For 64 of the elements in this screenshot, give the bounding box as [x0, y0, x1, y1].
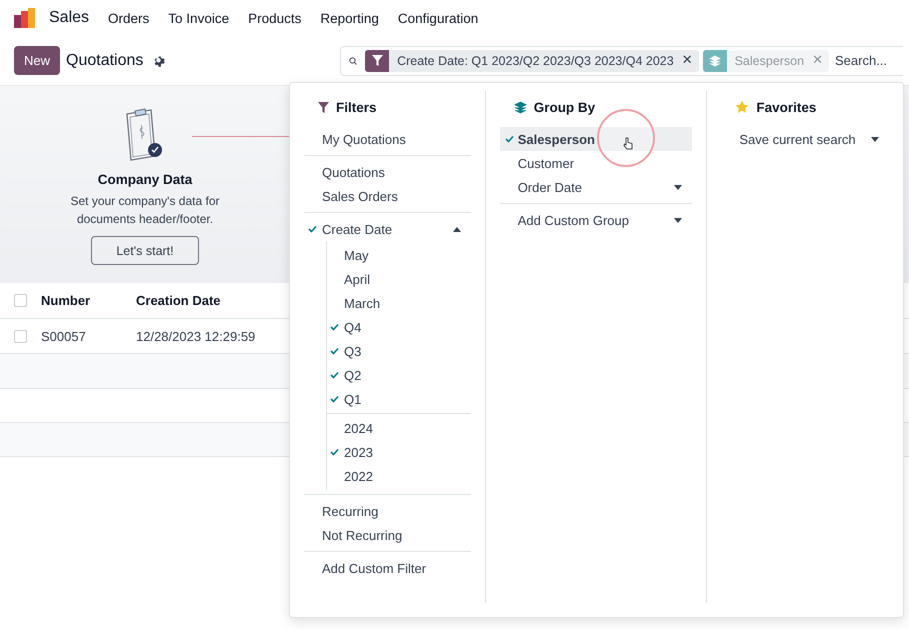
filter-option[interactable]: Q3 [327, 339, 471, 363]
checkbox[interactable] [14, 330, 27, 342]
check-icon [330, 323, 339, 331]
filter-option[interactable]: Q4 [327, 315, 471, 339]
filter-option[interactable]: 2022 [327, 464, 471, 488]
layers-icon [514, 100, 527, 114]
filter-option[interactable]: March [327, 291, 471, 315]
filter-option[interactable]: Q2 [327, 363, 471, 387]
check-icon [330, 371, 339, 379]
filter-option[interactable]: Quotations [304, 160, 471, 184]
filter-option[interactable]: Not Recurring [304, 523, 471, 547]
filter-icon [318, 102, 329, 112]
filter-option[interactable]: 2024 [327, 416, 471, 440]
filter-option[interactable]: Sales Orders [304, 184, 471, 208]
table-cell-text: 12/28/2023 12:29:59 [136, 328, 256, 344]
menu-item[interactable]: Orders [108, 10, 150, 26]
search-facet: Salesperson ✕ [702, 50, 829, 72]
menu-item[interactable]: Reporting [320, 10, 379, 26]
caret-icon [452, 226, 461, 232]
caret-icon [674, 184, 682, 190]
group-option[interactable]: Customer [500, 151, 692, 175]
filter-option[interactable]: Create Date [304, 217, 471, 241]
filter-option[interactable]: May [327, 243, 471, 267]
section-title: Filters [336, 100, 377, 114]
start-button[interactable]: Let's start! [91, 236, 199, 265]
step-description: Set your company's data for documents header/footer. [69, 193, 221, 228]
filter-option[interactable]: 2023 [327, 440, 471, 464]
check-icon [330, 347, 339, 355]
menu-item[interactable]: Configuration [398, 10, 478, 26]
check-icon [330, 448, 339, 456]
menu-item[interactable]: To Invoice [168, 10, 230, 26]
app-logo-icon [14, 8, 36, 28]
layers-icon [708, 54, 721, 66]
filter-option[interactable]: Q1 [327, 387, 471, 411]
filter-icon [372, 55, 383, 66]
page-title: Quotations [66, 52, 144, 70]
check-icon [504, 135, 514, 143]
group-option[interactable]: Salesperson [500, 127, 692, 151]
menu-item[interactable]: Products [248, 10, 302, 26]
filter-option[interactable]: My Quotations [304, 127, 471, 151]
search-facet: Create Date: Q1 2023/Q2 2023/Q3 2023/Q4 2023 ✕ [365, 50, 699, 72]
caret-icon [674, 218, 682, 222]
column-header[interactable]: Number [41, 293, 136, 308]
cursor-icon [623, 137, 633, 150]
star-icon [735, 100, 750, 114]
step-title: Company Data [98, 172, 192, 187]
caret-icon [871, 136, 880, 142]
new-button[interactable]: New [14, 46, 60, 75]
search-field[interactable]: Create Date: Q1 2023/Q2 2023/Q3 2023/Q4 2023 ✕ Salesperson ✕ Search... [340, 46, 903, 76]
check-icon [308, 225, 317, 233]
group-option[interactable]: Add Custom Group [500, 208, 692, 232]
app-name[interactable]: Sales [49, 9, 90, 27]
check-icon [330, 395, 339, 403]
group-option[interactable]: Order Date [500, 175, 692, 199]
filter-option[interactable]: Recurring [304, 499, 471, 523]
section-title: Group By [534, 100, 596, 114]
favorite-option[interactable]: Save current search [721, 127, 890, 151]
table-cell-text: S00057 [41, 328, 87, 344]
checkbox[interactable] [14, 294, 27, 307]
settings-icon[interactable] [153, 54, 166, 66]
filter-option[interactable]: Add Custom Filter [304, 556, 471, 580]
section-title: Favorites [756, 100, 816, 114]
close-button[interactable]: ✕ [682, 53, 699, 68]
filter-option[interactable]: April [327, 267, 471, 291]
